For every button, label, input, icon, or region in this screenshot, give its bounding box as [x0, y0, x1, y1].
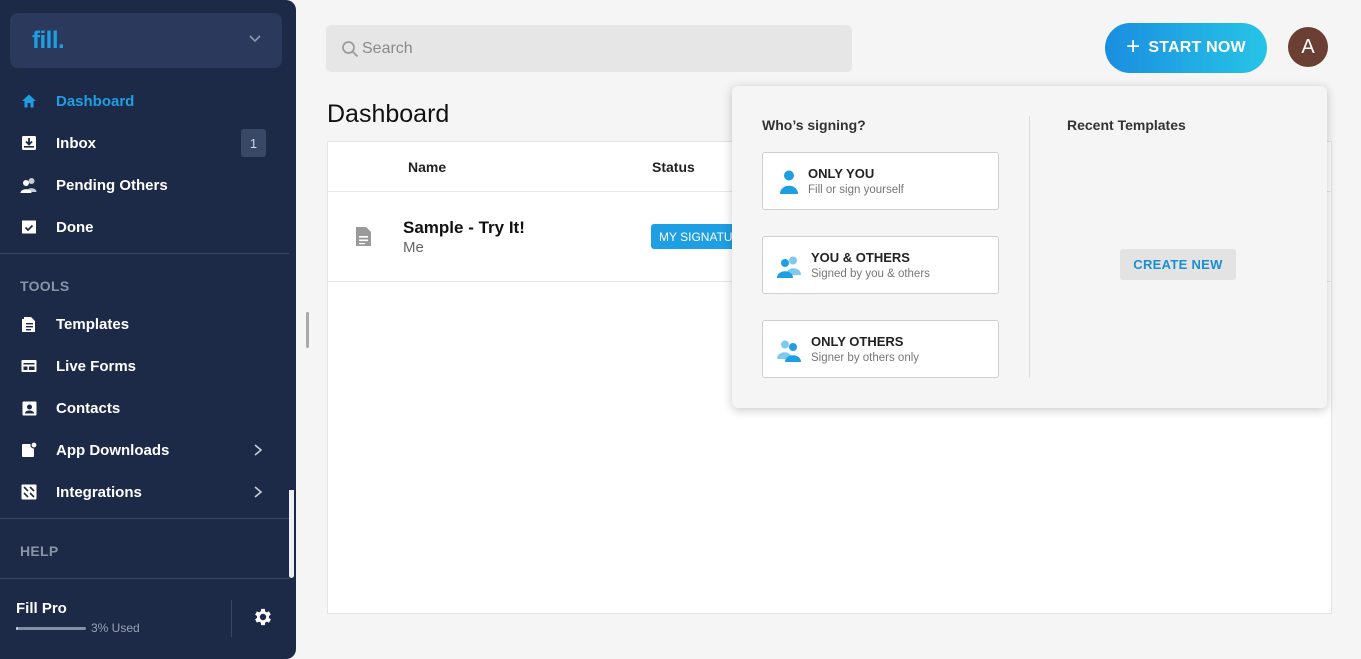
- sidebar-divider: [0, 253, 290, 254]
- sidebar-item-label: Done: [56, 218, 94, 236]
- sidebar-item-inbox[interactable]: Inbox 1: [0, 122, 290, 164]
- gear-icon[interactable]: [252, 606, 274, 628]
- sidebar-item-dashboard[interactable]: Dashboard: [0, 80, 290, 122]
- whos-signing-heading: Who’s signing?: [762, 117, 866, 133]
- sidebar-item-label: Templates: [56, 315, 130, 333]
- document-owner: Me: [403, 239, 424, 256]
- usage-progress-fill: [16, 627, 19, 630]
- sidebar-divider: [0, 518, 290, 519]
- sidebar-divider: [0, 578, 290, 579]
- chevron-right-icon: [254, 486, 263, 498]
- workspace-switcher[interactable]: fill.: [10, 13, 282, 68]
- start-now-button[interactable]: + START NOW: [1105, 23, 1267, 73]
- option-you-and-others[interactable]: YOU & OTHERS Signed by you & others: [762, 236, 999, 294]
- start-now-popup: Who’s signing? Recent Templates ONLY YOU…: [732, 86, 1327, 408]
- help-heading: HELP: [20, 543, 59, 559]
- chevron-down-icon: [249, 35, 261, 43]
- plan-name: Fill Pro: [16, 600, 67, 617]
- document-icon: [356, 227, 371, 246]
- sidebar-item-label: App Downloads: [56, 441, 170, 459]
- option-subtitle: Fill or sign yourself: [808, 184, 904, 196]
- option-only-you[interactable]: ONLY YOU Fill or sign yourself: [762, 152, 999, 210]
- start-now-label: START NOW: [1148, 39, 1246, 56]
- sidebar-item-integrations[interactable]: Integrations: [0, 471, 290, 513]
- inbox-count-badge: 1: [241, 129, 266, 157]
- popup-divider: [1029, 116, 1030, 378]
- plus-icon: +: [1126, 33, 1141, 60]
- sidebar-item-label: Pending Others: [56, 176, 168, 194]
- status-badge: MY SIGNATURE: [651, 224, 741, 249]
- page-title: Dashboard: [327, 100, 450, 128]
- people-icon: [777, 340, 801, 362]
- form-icon: [20, 357, 38, 375]
- search-bar[interactable]: [326, 25, 852, 72]
- option-subtitle: Signed by you & others: [811, 268, 930, 280]
- avatar[interactable]: A: [1288, 27, 1328, 67]
- column-header-name[interactable]: Name: [408, 159, 446, 175]
- chevron-right-icon: [254, 444, 263, 456]
- inbox-icon: [20, 134, 38, 152]
- sidebar-item-label: Dashboard: [56, 92, 135, 110]
- option-only-others[interactable]: ONLY OTHERS Signer by others only: [762, 320, 999, 378]
- option-title: YOU & OTHERS: [811, 250, 910, 265]
- sidebar: fill. Dashboard Inbox 1 Pending Others D…: [0, 0, 296, 659]
- sidebar-scrollbar-track: [289, 80, 294, 490]
- contact-icon: [20, 399, 38, 417]
- tools-heading: TOOLS: [20, 278, 70, 294]
- create-new-button[interactable]: CREATE NEW: [1120, 249, 1236, 280]
- resize-handle[interactable]: [306, 312, 309, 348]
- sidebar-item-label: Live Forms: [56, 357, 137, 375]
- app-download-icon: [20, 441, 38, 459]
- sidebar-item-label: Inbox: [56, 134, 96, 152]
- people-icon: [20, 176, 38, 194]
- sidebar-item-app-downloads[interactable]: App Downloads: [0, 429, 290, 471]
- home-icon: [20, 92, 38, 110]
- sidebar-item-live-forms[interactable]: Live Forms: [0, 345, 290, 387]
- sidebar-item-label: Contacts: [56, 399, 121, 417]
- app-logo: fill.: [32, 27, 65, 54]
- sidebar-item-label: Integrations: [56, 483, 142, 501]
- usage-progress-bar: [16, 627, 86, 630]
- done-box-icon: [20, 218, 38, 236]
- option-title: ONLY OTHERS: [811, 334, 904, 349]
- single-person-icon: [780, 170, 798, 194]
- footer-divider: [231, 600, 232, 637]
- search-icon: [342, 41, 359, 58]
- sidebar-item-done[interactable]: Done: [0, 206, 290, 248]
- recent-templates-heading: Recent Templates: [1067, 117, 1186, 133]
- option-subtitle: Signer by others only: [811, 352, 920, 364]
- option-title: ONLY YOU: [808, 166, 875, 181]
- column-header-status[interactable]: Status: [652, 159, 695, 175]
- sidebar-item-templates[interactable]: Templates: [0, 303, 290, 345]
- usage-text: 3% Used: [91, 621, 140, 635]
- integrations-icon: [20, 483, 38, 501]
- document-icon: [20, 315, 38, 333]
- people-icon: [777, 256, 801, 278]
- sidebar-item-contacts[interactable]: Contacts: [0, 387, 290, 429]
- search-input[interactable]: [362, 35, 842, 63]
- sidebar-item-pending-others[interactable]: Pending Others: [0, 164, 290, 206]
- document-name[interactable]: Sample - Try It!: [403, 218, 525, 238]
